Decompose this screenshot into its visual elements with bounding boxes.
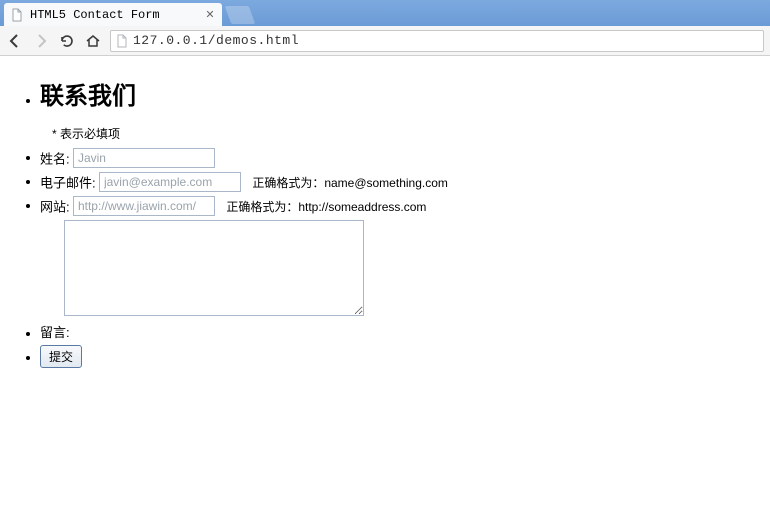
reload-button[interactable]: [58, 32, 76, 50]
browser-tab[interactable]: HTML5 Contact Form ✕: [4, 3, 222, 26]
name-input[interactable]: [73, 148, 215, 168]
page-icon: [10, 8, 24, 22]
page-heading: 联系我们: [40, 76, 770, 111]
email-label: 电子邮件:: [40, 176, 96, 191]
tab-strip: HTML5 Contact Form ✕: [0, 0, 770, 26]
email-input[interactable]: [99, 172, 241, 192]
page-body: 联系我们 * 表示必填项 姓名: 电子邮件: 正确格式为：name@someth…: [0, 56, 770, 368]
tab-title: HTML5 Contact Form: [30, 8, 198, 22]
forward-button[interactable]: [32, 32, 50, 50]
name-label: 姓名:: [40, 152, 70, 167]
site-hint: 正确格式为：http://someaddress.com: [226, 200, 426, 214]
message-textarea[interactable]: [64, 220, 364, 316]
required-note: * 表示必填项: [52, 125, 770, 142]
submit-button[interactable]: 提交: [40, 345, 82, 368]
message-label: 留言:: [40, 322, 70, 341]
close-icon[interactable]: ✕: [204, 9, 216, 21]
address-bar[interactable]: 127.0.0.1/demos.html: [110, 30, 764, 52]
url-text: 127.0.0.1/demos.html: [133, 33, 299, 48]
browser-toolbar: 127.0.0.1/demos.html: [0, 26, 770, 56]
site-input[interactable]: [73, 196, 215, 216]
site-icon: [115, 34, 129, 48]
back-button[interactable]: [6, 32, 24, 50]
site-label: 网站:: [40, 200, 70, 215]
home-button[interactable]: [84, 32, 102, 50]
new-tab-button[interactable]: [225, 6, 256, 24]
email-hint: 正确格式为：name@something.com: [252, 176, 448, 190]
